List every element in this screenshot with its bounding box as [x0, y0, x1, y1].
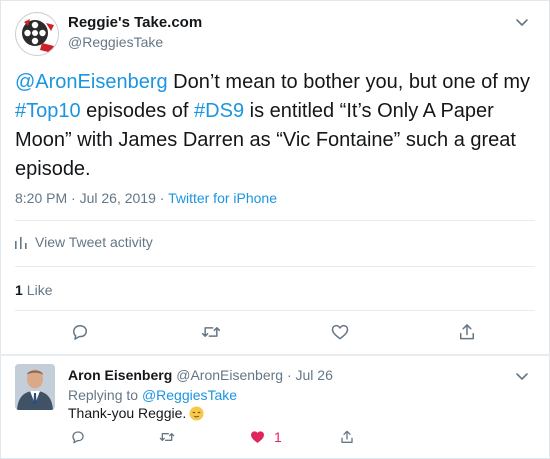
- heart-icon: [251, 431, 264, 443]
- user-handle-date[interactable]: @AronEisenberg · Jul 26: [176, 367, 333, 383]
- avatar[interactable]: [15, 364, 55, 410]
- share-icon: [341, 430, 353, 443]
- film-reel-logo: [17, 14, 58, 55]
- chevron-down-icon[interactable]: [512, 13, 532, 33]
- reply-button[interactable]: [70, 429, 86, 445]
- display-name[interactable]: Reggie's Take.com: [68, 14, 202, 31]
- divider: [15, 220, 535, 221]
- retweet-button[interactable]: [158, 429, 176, 445]
- divider: [0, 354, 550, 356]
- divider: [15, 310, 535, 311]
- retweet-button[interactable]: [200, 322, 222, 342]
- avatar[interactable]: [15, 12, 59, 56]
- reply-like-count: 1: [274, 429, 282, 445]
- hashtag-link[interactable]: #Top10: [15, 100, 81, 122]
- share-button[interactable]: [339, 429, 355, 445]
- reply-header: Aron Eisenberg @AronEisenberg · Jul 26: [68, 367, 333, 383]
- reply-text-content: Thank-you Reggie.: [68, 405, 187, 421]
- display-name[interactable]: Aron Eisenberg: [68, 367, 172, 383]
- chevron-down-icon[interactable]: [512, 367, 532, 387]
- timestamp[interactable]: 8:20 PM · Jul 26, 2019 ·: [15, 190, 168, 206]
- replying-to: Replying to @ReggiesTake: [68, 387, 237, 403]
- mention-link[interactable]: @AronEisenberg: [15, 71, 168, 93]
- like-button[interactable]: 1: [249, 429, 282, 445]
- replying-prefix: Replying to: [68, 387, 142, 403]
- reply-button[interactable]: [70, 322, 90, 342]
- activity-label: View Tweet activity: [35, 234, 153, 250]
- replying-handle-link[interactable]: @ReggiesTake: [142, 387, 237, 403]
- source-link[interactable]: Twitter for iPhone: [168, 190, 277, 206]
- tweet-text-segment: Don’t mean to bother you, but one of my: [167, 71, 531, 93]
- share-button[interactable]: [457, 322, 477, 342]
- reply-icon: [72, 431, 84, 444]
- tweet-meta: 8:20 PM · Jul 26, 2019 · Twitter for iPh…: [15, 190, 277, 206]
- bar-chart-icon: [15, 237, 27, 249]
- heart-icon: [331, 324, 349, 340]
- tweet-text: @AronEisenberg Don’t mean to bother you,…: [15, 68, 537, 184]
- profile-photo: [15, 364, 55, 410]
- retweet-icon: [159, 433, 175, 441]
- like-button[interactable]: [330, 322, 350, 342]
- relieved-face-emoji: [189, 406, 204, 424]
- like-count-label: Like: [26, 282, 53, 298]
- retweet-icon: [201, 327, 221, 337]
- likes-count[interactable]: 1 Like: [15, 282, 52, 298]
- hashtag-link[interactable]: #DS9: [194, 100, 244, 122]
- reply-text: Thank-you Reggie.: [68, 405, 204, 424]
- reply-icon: [73, 325, 87, 340]
- view-tweet-activity-link[interactable]: View Tweet activity: [15, 234, 153, 250]
- tweet-text-segment: episodes of: [80, 100, 195, 122]
- divider: [15, 266, 535, 267]
- user-handle[interactable]: @ReggiesTake: [68, 34, 163, 50]
- share-icon: [460, 324, 474, 340]
- like-count-number: 1: [15, 282, 23, 298]
